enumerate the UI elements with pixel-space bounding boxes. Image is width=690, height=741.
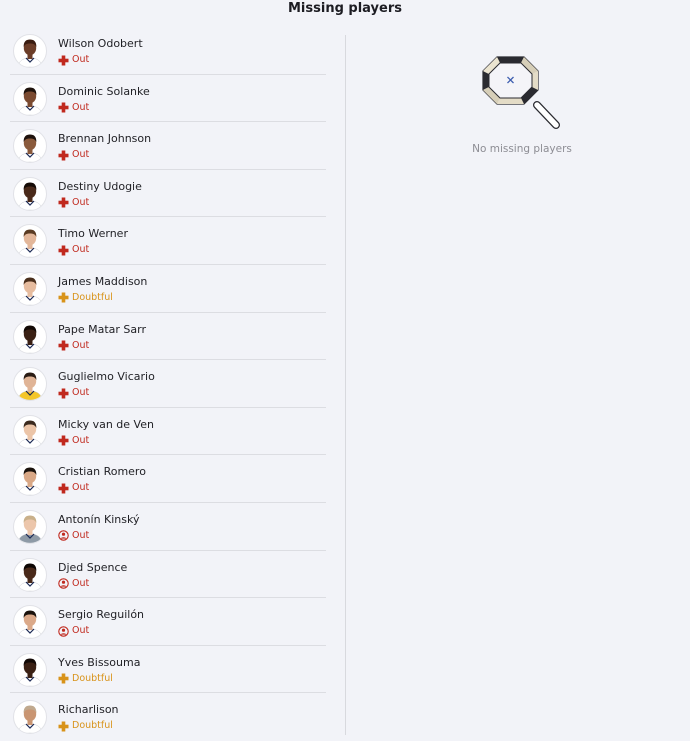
person-circle-icon [58,530,69,542]
status-badge: Out [58,435,89,447]
player-row[interactable]: Timo Werner Out [10,217,326,265]
empty-state-text: No missing players [472,143,572,155]
medical-cross-icon [58,483,69,494]
status-badge: Out [58,149,89,161]
player-name: Antonín Kinský [58,512,140,526]
person-circle-icon [58,578,69,589]
player-row[interactable]: James Maddison Doubtful [10,265,326,313]
player-avatar [13,462,47,497]
status-text: Doubtful [72,672,113,684]
medical-cross-icon [58,340,69,351]
player-avatar [13,176,47,211]
player-row[interactable]: Richarlison Doubtful [10,693,326,741]
player-name: Sergio Reguilón [58,608,145,622]
status-badge: Doubtful [58,673,113,685]
status-text: Out [72,387,90,399]
status-text: Out [72,625,90,637]
medical-cross-icon [58,292,69,303]
status-badge: Out [58,197,89,209]
player-name: Guglielmo Vicario [58,370,155,384]
medical-cross-icon [58,150,69,161]
missing-players-list: Wilson Odobert Out Dominic Solanke Out Brenn… [10,27,326,741]
player-name: Pape Matar Sarr [58,322,147,336]
medical-cross-icon [58,197,69,208]
player-name: Destiny Udogie [58,179,142,193]
person-circle-icon [58,625,69,637]
empty-state: No missing players [440,55,604,155]
player-name: Dominic Solanke [58,84,150,98]
player-avatar [13,319,47,354]
medical-cross-icon [58,721,69,732]
player-row[interactable]: Dominic Solanke Out [10,75,326,123]
player-name: Richarlison [58,703,119,717]
status-badge: Out [58,578,89,590]
magnifier-icon [482,56,560,129]
player-avatar [13,34,47,68]
status-text: Out [72,244,90,256]
player-name: Cristian Romero [58,465,146,479]
player-name: Djed Spence [58,560,128,574]
player-avatar [13,605,47,640]
player-row[interactable]: Destiny Udogie Out [10,170,326,218]
status-text: Out [72,434,90,446]
player-name: Timo Werner [58,227,128,241]
status-badge: Out [58,54,89,66]
player-row[interactable]: Pape Matar Sarr Out [10,313,326,361]
player-row[interactable]: Cristian Romero Out [10,455,326,503]
status-badge: Doubtful [58,292,113,304]
status-text: Out [72,54,90,65]
player-avatar [13,81,47,116]
medical-cross-icon [58,435,69,446]
player-row[interactable]: Djed Spence Out [10,551,326,599]
status-text: Out [72,101,90,113]
status-text: Out [72,577,90,589]
player-row[interactable]: Wilson Odobert Out [10,27,326,75]
player-name: Wilson Odobert [58,37,143,50]
status-badge: Out [58,244,89,256]
status-text: Out [72,149,90,161]
medical-cross-icon [58,102,69,113]
player-row[interactable]: Yves Bissouma Doubtful [10,646,326,694]
player-avatar [13,700,47,735]
status-text: Out [72,339,90,351]
page-title: Missing players [288,1,402,16]
player-avatar [13,652,47,687]
player-row[interactable]: Antonín Kinský Out [10,503,326,551]
player-avatar [13,414,47,449]
status-badge: Out [58,387,89,399]
medical-cross-icon [58,245,69,256]
player-name: Yves Bissouma [58,655,141,669]
status-badge: Doubtful [58,720,113,732]
medical-cross-icon [58,55,69,66]
player-avatar [13,509,47,544]
player-row[interactable]: Micky van de Ven Out [10,408,326,456]
status-badge: Out [58,102,89,114]
player-avatar [13,271,47,306]
player-row[interactable]: Sergio Reguilón Out [10,598,326,646]
status-badge: Out [58,530,89,542]
status-badge: Out [58,340,89,352]
player-name: James Maddison [58,274,148,288]
player-name: Brennan Johnson [58,132,152,146]
player-avatar [13,129,47,164]
player-name: Micky van de Ven [58,417,154,431]
player-avatar [13,224,47,259]
player-avatar [13,367,47,402]
column-divider [345,35,346,735]
status-badge: Out [58,625,89,637]
status-text: Out [72,196,90,208]
player-row[interactable]: Guglielmo Vicario Out [10,360,326,408]
status-text: Out [72,529,90,541]
status-text: Doubtful [72,720,113,732]
medical-cross-icon [58,388,69,399]
status-text: Out [72,482,90,494]
medical-cross-icon [58,673,69,684]
player-row[interactable]: Brennan Johnson Out [10,122,326,170]
status-badge: Out [58,482,89,494]
player-avatar [13,557,47,592]
status-text: Doubtful [72,291,113,303]
